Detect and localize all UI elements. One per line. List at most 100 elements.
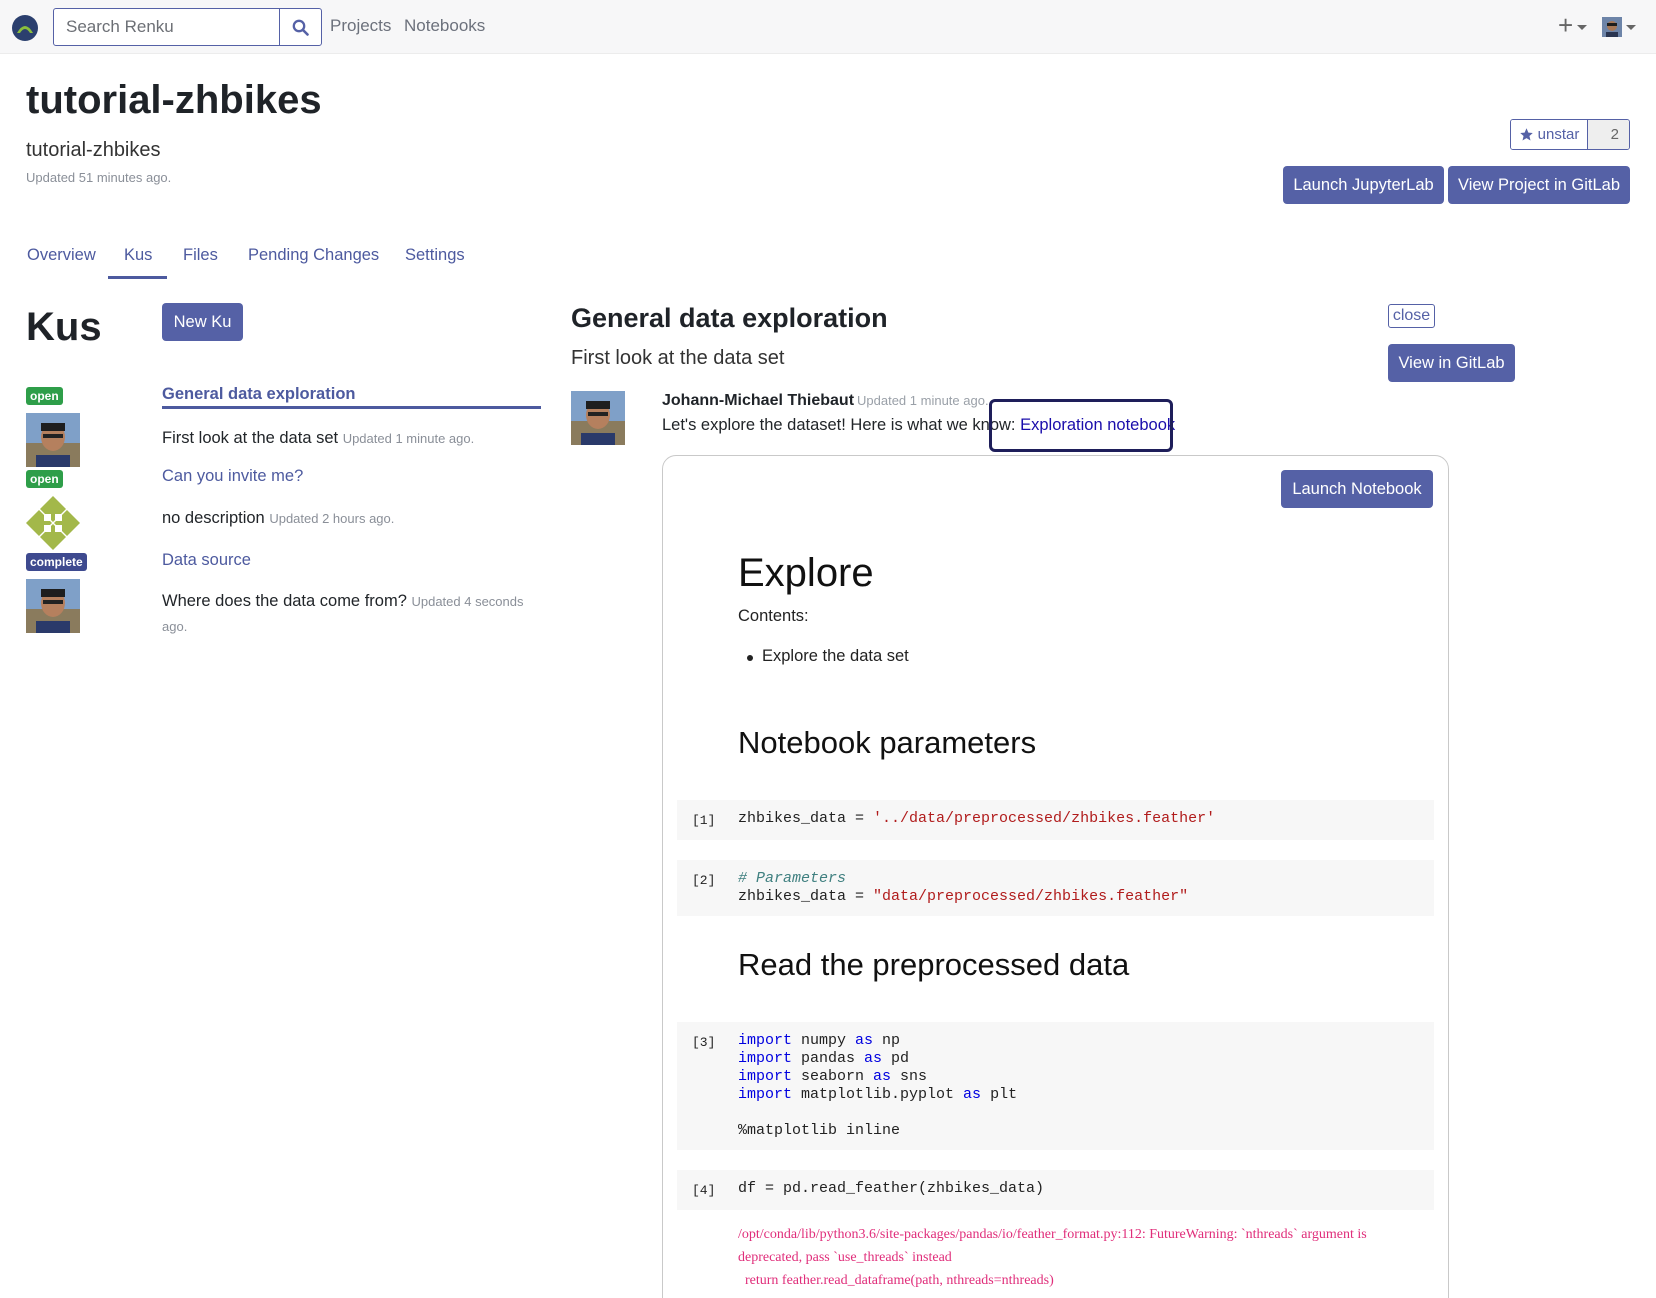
close-button[interactable]: close — [1388, 304, 1435, 328]
active-tab-indicator — [108, 276, 167, 279]
cell-number: [1] — [692, 813, 716, 828]
code-text: plt — [981, 1086, 1018, 1103]
code-keyword: import — [738, 1086, 793, 1103]
unstar-button[interactable]: unstar — [1511, 120, 1588, 149]
code-cell: [4] df = pd.read_feather(zhbikes_data) — [677, 1170, 1434, 1210]
warning-line: /opt/conda/lib/python3.6/site-packages/p… — [738, 1227, 1367, 1242]
cell-number: [4] — [692, 1183, 716, 1198]
code-keyword: import — [738, 1068, 793, 1085]
notebook-heading-explore: Explore — [738, 551, 874, 595]
user-menu-dropdown[interactable] — [1602, 17, 1636, 37]
avatar — [26, 579, 80, 633]
nav-notebooks-link[interactable]: Notebooks — [404, 16, 485, 36]
user-avatar — [1602, 17, 1622, 37]
code-keyword: as — [864, 1050, 883, 1067]
cell-number: [2] — [692, 873, 716, 888]
code-string: "data/preprocessed/zhbikes.feather" — [873, 888, 1189, 905]
star-count: 2 — [1588, 120, 1629, 149]
ku-desc-text: no description — [162, 509, 265, 527]
highlight-box — [989, 399, 1173, 452]
project-subtitle: tutorial-zhbikes — [26, 139, 161, 161]
code-cell: [2] # Parameters zhbikes_data = "data/pr… — [677, 860, 1434, 916]
code-comment: # Parameters — [738, 870, 847, 887]
contents-label: Contents: — [738, 607, 809, 625]
ku-item-title[interactable]: Data source — [162, 551, 251, 570]
comment-updated: Updated 1 minute ago. — [857, 393, 989, 408]
code-var: zhbikes_data = — [738, 810, 874, 827]
tab-files[interactable]: Files — [183, 246, 218, 265]
ku-detail-title: General data exploration — [571, 303, 888, 333]
warning-line: deprecated, pass `use_threads` instead — [738, 1250, 952, 1265]
project-updated: Updated 51 minutes ago. — [26, 170, 172, 185]
cell-code: zhbikes_data = '../data/preprocessed/zhb… — [738, 810, 1215, 828]
code-cell: [1] zhbikes_data = '../data/preprocessed… — [677, 800, 1434, 840]
top-navbar: Projects Notebooks + — [0, 0, 1656, 54]
comment-author: Johann-Michael Thiebaut Updated 1 minute … — [662, 392, 989, 410]
ku-updated: Updated 1 minute ago. — [342, 431, 475, 446]
active-ku-indicator — [162, 406, 541, 409]
code-text: pd — [882, 1050, 910, 1067]
tab-settings[interactable]: Settings — [405, 246, 465, 265]
code-keyword: as — [855, 1032, 874, 1049]
code-keyword: import — [738, 1032, 793, 1049]
status-badge: open — [26, 387, 63, 405]
status-badge: open — [26, 470, 63, 488]
star-icon — [1519, 128, 1533, 141]
launch-notebook-button[interactable]: Launch Notebook — [1281, 470, 1433, 508]
new-item-dropdown[interactable]: + — [1558, 10, 1588, 40]
ku-detail-subtitle: First look at the data set — [571, 347, 785, 369]
new-ku-button[interactable]: New Ku — [162, 303, 243, 341]
code-keyword: as — [963, 1086, 982, 1103]
avatar — [571, 391, 625, 445]
ku-item-desc: no description Updated 2 hours ago. — [162, 506, 532, 531]
code-text: matplotlib.pyplot — [792, 1086, 964, 1103]
unstar-label: unstar — [1537, 126, 1580, 143]
author-name: Johann-Michael Thiebaut — [662, 392, 855, 409]
tab-pending-changes[interactable]: Pending Changes — [248, 246, 379, 265]
avatar — [26, 413, 80, 467]
kus-heading: Kus — [26, 305, 102, 349]
notebook-preview: Launch Notebook Explore Contents: Explor… — [662, 455, 1449, 1298]
cell-output-warning: /opt/conda/lib/python3.6/site-packages/p… — [738, 1223, 1378, 1292]
ku-desc-text: Where does the data come from? — [162, 592, 407, 610]
star-widget: unstar 2 — [1510, 119, 1630, 150]
avatar — [26, 496, 80, 550]
code-keyword: as — [873, 1068, 892, 1085]
tab-overview[interactable]: Overview — [27, 246, 96, 265]
chevron-down-icon — [1577, 24, 1588, 30]
ku-item-title[interactable]: Can you invite me? — [162, 467, 303, 486]
code-string: '../data/preprocessed/zhbikes.feather' — [873, 810, 1216, 827]
search-button[interactable] — [279, 9, 321, 45]
ku-item-desc: Where does the data come from? Updated 4… — [162, 589, 532, 639]
view-in-gitlab-button[interactable]: View in GitLab — [1388, 344, 1515, 382]
cell-code: import numpy as np import pandas as pd i… — [738, 1032, 1017, 1140]
search-box — [53, 8, 322, 46]
status-badge: complete — [26, 553, 87, 571]
code-cell: [3] import numpy as np import pandas as … — [677, 1022, 1434, 1150]
code-text: numpy — [792, 1032, 856, 1049]
search-input[interactable] — [54, 9, 279, 45]
ku-item-title[interactable]: General data exploration — [162, 385, 355, 404]
ku-item-desc: First look at the data set Updated 1 min… — [162, 426, 532, 451]
code-magic: %matplotlib inline — [738, 1122, 901, 1139]
code-text: np — [873, 1032, 901, 1049]
code-text: sns — [891, 1068, 928, 1085]
project-title: tutorial-zhbikes — [26, 78, 322, 122]
notebook-heading-read: Read the preprocessed data — [738, 947, 1130, 982]
view-project-gitlab-button[interactable]: View Project in GitLab — [1448, 166, 1630, 204]
nav-projects-link[interactable]: Projects — [330, 16, 391, 36]
code-keyword: import — [738, 1050, 793, 1067]
code-text: seaborn — [792, 1068, 874, 1085]
chevron-down-icon — [1626, 24, 1636, 30]
comment-text: Let's explore the dataset! Here is what … — [662, 416, 1021, 434]
code-var: zhbikes_data = — [738, 888, 874, 905]
tab-kus[interactable]: Kus — [124, 246, 152, 265]
cell-code: df = pd.read_feather(zhbikes_data) — [738, 1180, 1045, 1197]
ku-updated: Updated 2 hours ago. — [269, 511, 395, 526]
launch-jupyterlab-button[interactable]: Launch JupyterLab — [1283, 166, 1444, 204]
renku-logo-icon[interactable] — [10, 13, 40, 43]
warning-line: return feather.read_dataframe(path, nthr… — [738, 1273, 1054, 1288]
plus-icon: + — [1558, 10, 1574, 40]
cell-number: [3] — [692, 1035, 716, 1050]
code-text: pandas — [792, 1050, 865, 1067]
